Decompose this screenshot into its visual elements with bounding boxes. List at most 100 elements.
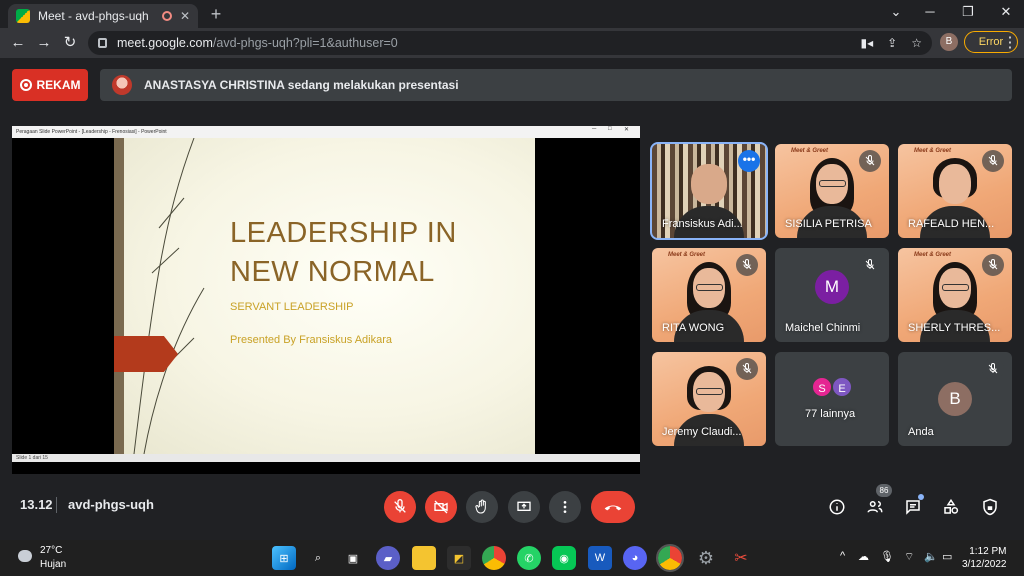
participant-name: Fransiskus Adi... xyxy=(662,218,743,230)
camera-toggle-button[interactable] xyxy=(425,491,457,523)
divider xyxy=(56,497,57,513)
tab-title: Meet - avd-phgs-uqh xyxy=(38,9,149,23)
chrome-active-icon[interactable] xyxy=(656,544,684,572)
mic-toggle-button[interactable] xyxy=(384,491,416,523)
share-icon[interactable]: ⇪ xyxy=(887,36,897,50)
meeting-details-button[interactable] xyxy=(826,496,848,518)
participant-avatar: M xyxy=(815,270,849,304)
windows-taskbar: 27°C Hujan ⊞ ⌕ ▣ ▰ ◩ ✆ ◉ W ◕ ⚙ ✂ ^ ☁ 🎙 ⌔… xyxy=(0,540,1024,576)
participant-name: Jeremy Claudi... xyxy=(662,426,742,438)
camera-off-icon xyxy=(434,500,448,514)
host-controls-button[interactable] xyxy=(979,496,1001,518)
presentation-view[interactable]: Peragaan Slide PowerPoint - [Leadership … xyxy=(12,126,640,474)
word-icon[interactable]: W xyxy=(588,546,612,570)
ppt-window-title: Peragaan Slide PowerPoint - [Leadership … xyxy=(16,129,167,135)
bookmark-star-icon[interactable]: ☆ xyxy=(911,36,922,50)
slide-subtitle: SERVANT LEADERSHIP xyxy=(230,301,354,313)
more-options-icon[interactable]: ••• xyxy=(738,150,760,172)
participant-tile[interactable]: Jeremy Claudi... xyxy=(652,352,766,446)
search-icon[interactable]: ⌕ xyxy=(306,546,330,570)
participant-name: RAFEALD HEN... xyxy=(908,218,995,230)
activities-button[interactable] xyxy=(940,496,962,518)
mic-off-icon xyxy=(982,254,1004,276)
participant-tile[interactable]: Meet & Greet SHERLY THRES... xyxy=(898,248,1012,342)
meet-favicon-icon xyxy=(16,9,30,23)
teams-chat-icon[interactable]: ▰ xyxy=(376,546,400,570)
presenter-avatar xyxy=(112,75,132,95)
slide-branch-decoration xyxy=(133,138,205,454)
weather-cloud-icon[interactable] xyxy=(18,550,32,562)
slide-accent-bar xyxy=(114,138,124,454)
chrome-icon[interactable] xyxy=(482,546,506,570)
profile-avatar[interactable]: B xyxy=(940,33,958,51)
people-icon xyxy=(867,501,883,513)
banner-text: ANASTASYA CHRISTINA sedang melakukan pre… xyxy=(144,78,459,92)
system-clock[interactable]: 1:12 PM 3/12/2022 xyxy=(962,545,1007,571)
shapes-icon xyxy=(944,498,959,514)
ppt-minimize-icon: ─ xyxy=(592,126,597,132)
task-view-icon[interactable]: ▣ xyxy=(341,546,365,570)
shield-lock-icon xyxy=(983,498,997,516)
mic-off-icon xyxy=(982,358,1004,380)
camera-permission-icon[interactable]: ▮◂ xyxy=(861,36,874,50)
settings-gear-icon[interactable]: ⚙ xyxy=(694,546,718,570)
volume-icon[interactable]: 🔈 xyxy=(924,550,938,563)
sticky-notes-icon[interactable]: ◩ xyxy=(447,546,471,570)
chat-icon xyxy=(906,500,920,515)
onedrive-cloud-icon[interactable]: ☁ xyxy=(858,550,869,563)
present-button[interactable] xyxy=(508,491,540,523)
more-options-button[interactable] xyxy=(549,491,581,523)
participant-tile[interactable]: M Maichel Chinmi xyxy=(775,248,889,342)
participant-tile[interactable]: Meet & Greet RITA WONG xyxy=(652,248,766,342)
record-button[interactable]: REKAM xyxy=(12,69,88,101)
battery-icon[interactable]: ▭ xyxy=(942,550,952,563)
ppt-close-icon: ✕ xyxy=(624,127,630,133)
start-icon[interactable]: ⊞ xyxy=(272,546,296,570)
mic-off-icon xyxy=(982,150,1004,172)
forward-icon[interactable]: → xyxy=(34,33,54,53)
address-bar[interactable]: meet.google.com /avd-phgs-uqh?pli=1&auth… xyxy=(88,31,932,55)
tile-banner-text: Meet & Greet xyxy=(791,148,829,154)
participant-tile[interactable]: ••• Fransiskus Adi... xyxy=(650,142,768,240)
participant-name: SISILIA PETRISA xyxy=(785,218,872,230)
wifi-icon[interactable]: ⌔ xyxy=(904,550,914,564)
line-icon[interactable]: ◉ xyxy=(552,546,576,570)
discord-icon[interactable]: ◕ xyxy=(623,546,647,570)
close-tab-icon[interactable]: ✕ xyxy=(180,9,190,23)
more-vert-icon xyxy=(563,501,567,513)
participant-name: Maichel Chinmi xyxy=(785,322,861,334)
others-tile[interactable]: S E 77 lainnya xyxy=(775,352,889,446)
new-tab-button[interactable]: + xyxy=(206,4,226,25)
raise-hand-button[interactable] xyxy=(466,491,498,523)
slide-status: Slide 1 dari 15 xyxy=(16,455,48,461)
presentation-banner: ANASTASYA CHRISTINA sedang melakukan pre… xyxy=(100,69,1012,101)
back-icon[interactable]: ← xyxy=(8,33,28,53)
weather-widget[interactable]: 27°C Hujan xyxy=(40,544,66,572)
url-host: meet.google.com xyxy=(117,36,213,50)
people-button[interactable] xyxy=(864,496,886,518)
browser-tab[interactable]: Meet - avd-phgs-uqh ✕ xyxy=(8,4,198,28)
participant-tile[interactable]: Meet & Greet RAFEALD HEN... xyxy=(898,144,1012,238)
tile-banner-text: Meet & Greet xyxy=(668,252,706,258)
tab-search-icon[interactable]: ⌄ xyxy=(886,4,906,20)
participant-tile[interactable]: Meet & Greet SISILIA PETRISA xyxy=(775,144,889,238)
lock-icon xyxy=(98,38,107,48)
leave-call-button[interactable] xyxy=(591,491,635,523)
reload-icon[interactable]: ↻ xyxy=(60,33,80,53)
participant-avatar: E xyxy=(831,376,853,398)
self-avatar: B xyxy=(938,382,972,416)
mic-off-icon xyxy=(394,499,406,513)
close-window-button[interactable]: ✕ xyxy=(996,4,1016,20)
minimize-button[interactable]: ─ xyxy=(920,4,940,19)
mic-in-use-icon[interactable]: 🎙 xyxy=(880,550,894,563)
file-explorer-icon[interactable] xyxy=(412,546,436,570)
menu-icon[interactable]: ⋮ xyxy=(1000,33,1020,53)
tile-banner-text: Meet & Greet xyxy=(914,252,952,258)
self-tile[interactable]: B Anda xyxy=(898,352,1012,446)
whatsapp-icon[interactable]: ✆ xyxy=(517,546,541,570)
meeting-time: 13.12 xyxy=(20,497,53,512)
snipping-tool-icon[interactable]: ✂ xyxy=(729,546,753,570)
slide-title: LEADERSHIP IN NEW NORMAL xyxy=(230,217,457,288)
restore-button[interactable]: ❐ xyxy=(958,4,978,20)
tray-chevron-icon[interactable]: ^ xyxy=(840,550,845,562)
